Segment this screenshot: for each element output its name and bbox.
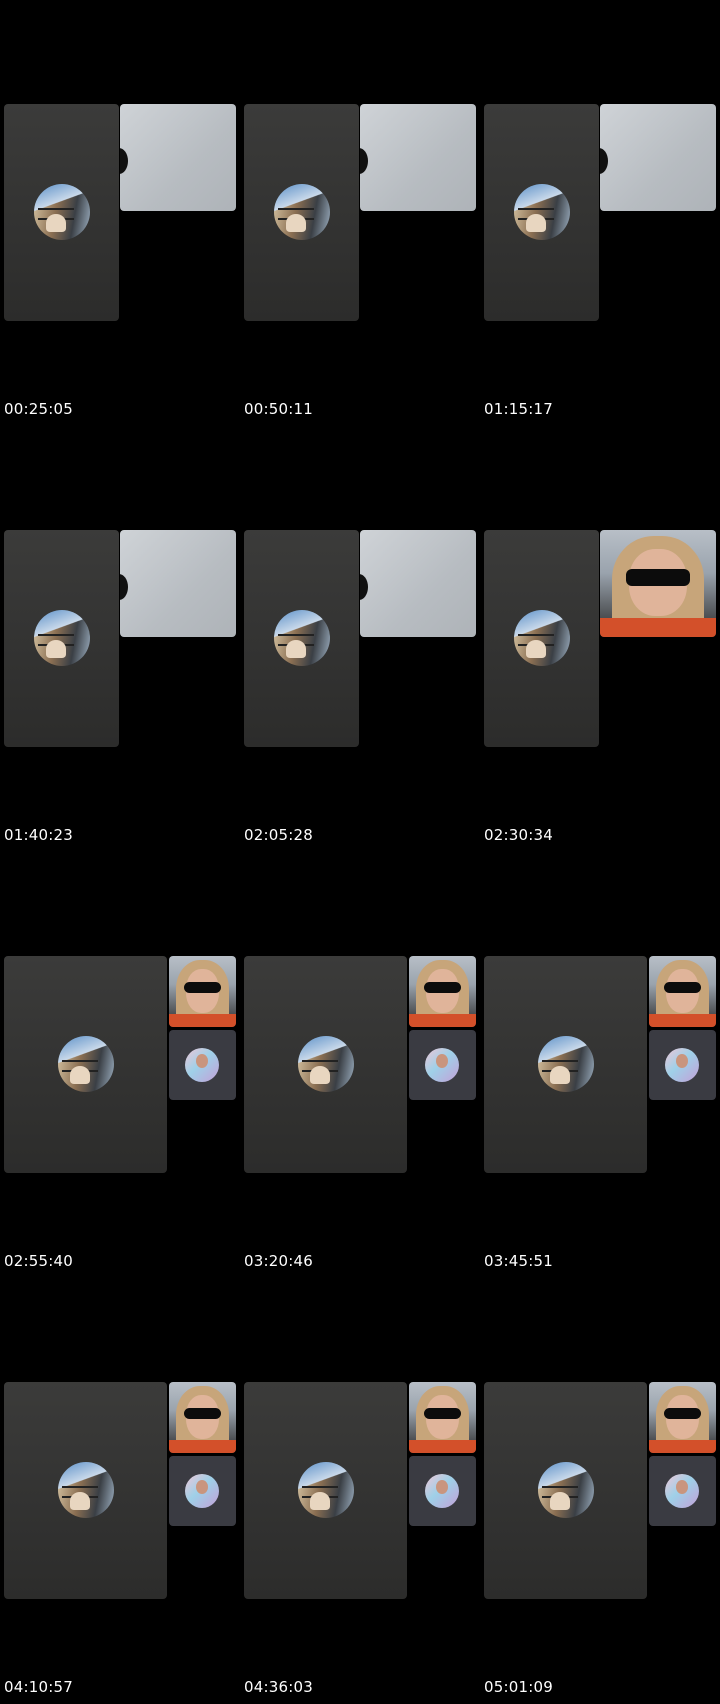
partial-figure (120, 574, 128, 600)
main-video-tile[interactable] (244, 530, 359, 747)
third-participant-tile[interactable] (649, 1030, 716, 1100)
main-video-tile[interactable] (4, 956, 167, 1173)
video-frame: 02:30:34 (480, 426, 720, 852)
third-participant-avatar-icon (425, 1474, 459, 1508)
third-participant-tile[interactable] (409, 1030, 476, 1100)
main-video-tile[interactable] (244, 956, 407, 1173)
main-video-tile[interactable] (484, 1382, 647, 1599)
main-video-tile[interactable] (4, 530, 119, 747)
third-participant-avatar-icon (665, 1474, 699, 1508)
third-participant-avatar-icon (665, 1048, 699, 1082)
third-participant-avatar-icon (185, 1048, 219, 1082)
third-participant-tile[interactable] (649, 1456, 716, 1526)
frame-timestamp: 03:20:46 (244, 1252, 313, 1270)
frame-timestamp: 00:25:05 (4, 400, 73, 418)
participant-avatar-icon (537, 1036, 594, 1092)
participant-avatar-icon (33, 184, 90, 240)
third-participant-tile[interactable] (409, 1456, 476, 1526)
video-frame: 00:25:05 (0, 0, 240, 426)
participant-avatar-icon (297, 1462, 354, 1518)
remote-video-tile[interactable] (409, 1382, 476, 1453)
third-participant-tile[interactable] (169, 1030, 236, 1100)
video-frame: 03:20:46 (240, 852, 480, 1278)
remote-face-shirt (169, 1440, 236, 1453)
remote-face-shirt (649, 1440, 716, 1453)
main-video-tile[interactable] (484, 530, 599, 747)
remote-face-shirt (169, 1014, 236, 1027)
remote-face-glasses (625, 568, 691, 586)
main-video-tile[interactable] (4, 104, 119, 321)
main-video-tile[interactable] (4, 1382, 167, 1599)
remote-face-glasses (183, 981, 222, 993)
remote-face-glasses (423, 981, 462, 993)
frame-timestamp: 04:36:03 (244, 1678, 313, 1696)
remote-video-tile[interactable] (120, 104, 236, 211)
frame-timestamp: 02:30:34 (484, 826, 553, 844)
frame-timestamp: 05:01:09 (484, 1678, 553, 1696)
participant-avatar-icon (57, 1036, 114, 1092)
participant-avatar-icon (297, 1036, 354, 1092)
frame-timestamp: 02:55:40 (4, 1252, 73, 1270)
frame-timestamp: 04:10:57 (4, 1678, 73, 1696)
frame-timestamp: 01:15:17 (484, 400, 553, 418)
partial-figure (600, 148, 608, 174)
remote-face-shirt (600, 617, 716, 637)
main-video-tile[interactable] (484, 104, 599, 321)
third-participant-tile[interactable] (169, 1456, 236, 1526)
remote-video-tile[interactable] (409, 956, 476, 1027)
participant-avatar-icon (273, 184, 330, 240)
remote-video-tile[interactable] (649, 1382, 716, 1453)
remote-face-shirt (409, 1014, 476, 1027)
remote-video-tile[interactable] (169, 1382, 236, 1453)
participant-avatar-icon (513, 184, 570, 240)
video-frame: 01:40:23 (0, 426, 240, 852)
remote-video-tile[interactable] (360, 530, 476, 637)
partial-figure (360, 148, 368, 174)
video-frame: 04:36:03 (240, 1278, 480, 1704)
remote-video-tile[interactable] (600, 530, 716, 637)
remote-face-glasses (423, 1407, 462, 1419)
participant-avatar-icon (273, 610, 330, 666)
video-frame: 02:05:28 (240, 426, 480, 852)
video-frame: 02:55:40 (0, 852, 240, 1278)
partial-figure (360, 574, 368, 600)
remote-face-glasses (663, 1407, 702, 1419)
participant-avatar-icon (537, 1462, 594, 1518)
participant-avatar-icon (33, 610, 90, 666)
main-video-tile[interactable] (244, 104, 359, 321)
video-frame: 01:15:17 (480, 0, 720, 426)
partial-figure (120, 148, 128, 174)
frame-timestamp: 02:05:28 (244, 826, 313, 844)
participant-avatar-icon (57, 1462, 114, 1518)
remote-face-shirt (649, 1014, 716, 1027)
remote-face-shirt (409, 1440, 476, 1453)
frame-timestamp: 01:40:23 (4, 826, 73, 844)
remote-face-glasses (183, 1407, 222, 1419)
remote-face-glasses (663, 981, 702, 993)
remote-video-tile[interactable] (600, 104, 716, 211)
video-frame: 03:45:51 (480, 852, 720, 1278)
video-frame: 05:01:09 (480, 1278, 720, 1704)
remote-video-tile[interactable] (360, 104, 476, 211)
video-frame: 04:10:57 (0, 1278, 240, 1704)
frame-timestamp: 03:45:51 (484, 1252, 553, 1270)
frame-timestamp: 00:50:11 (244, 400, 313, 418)
third-participant-avatar-icon (425, 1048, 459, 1082)
third-participant-avatar-icon (185, 1474, 219, 1508)
main-video-tile[interactable] (244, 1382, 407, 1599)
remote-video-tile[interactable] (120, 530, 236, 637)
remote-video-tile[interactable] (649, 956, 716, 1027)
video-frame: 00:50:11 (240, 0, 480, 426)
participant-avatar-icon (513, 610, 570, 666)
remote-video-tile[interactable] (169, 956, 236, 1027)
main-video-tile[interactable] (484, 956, 647, 1173)
